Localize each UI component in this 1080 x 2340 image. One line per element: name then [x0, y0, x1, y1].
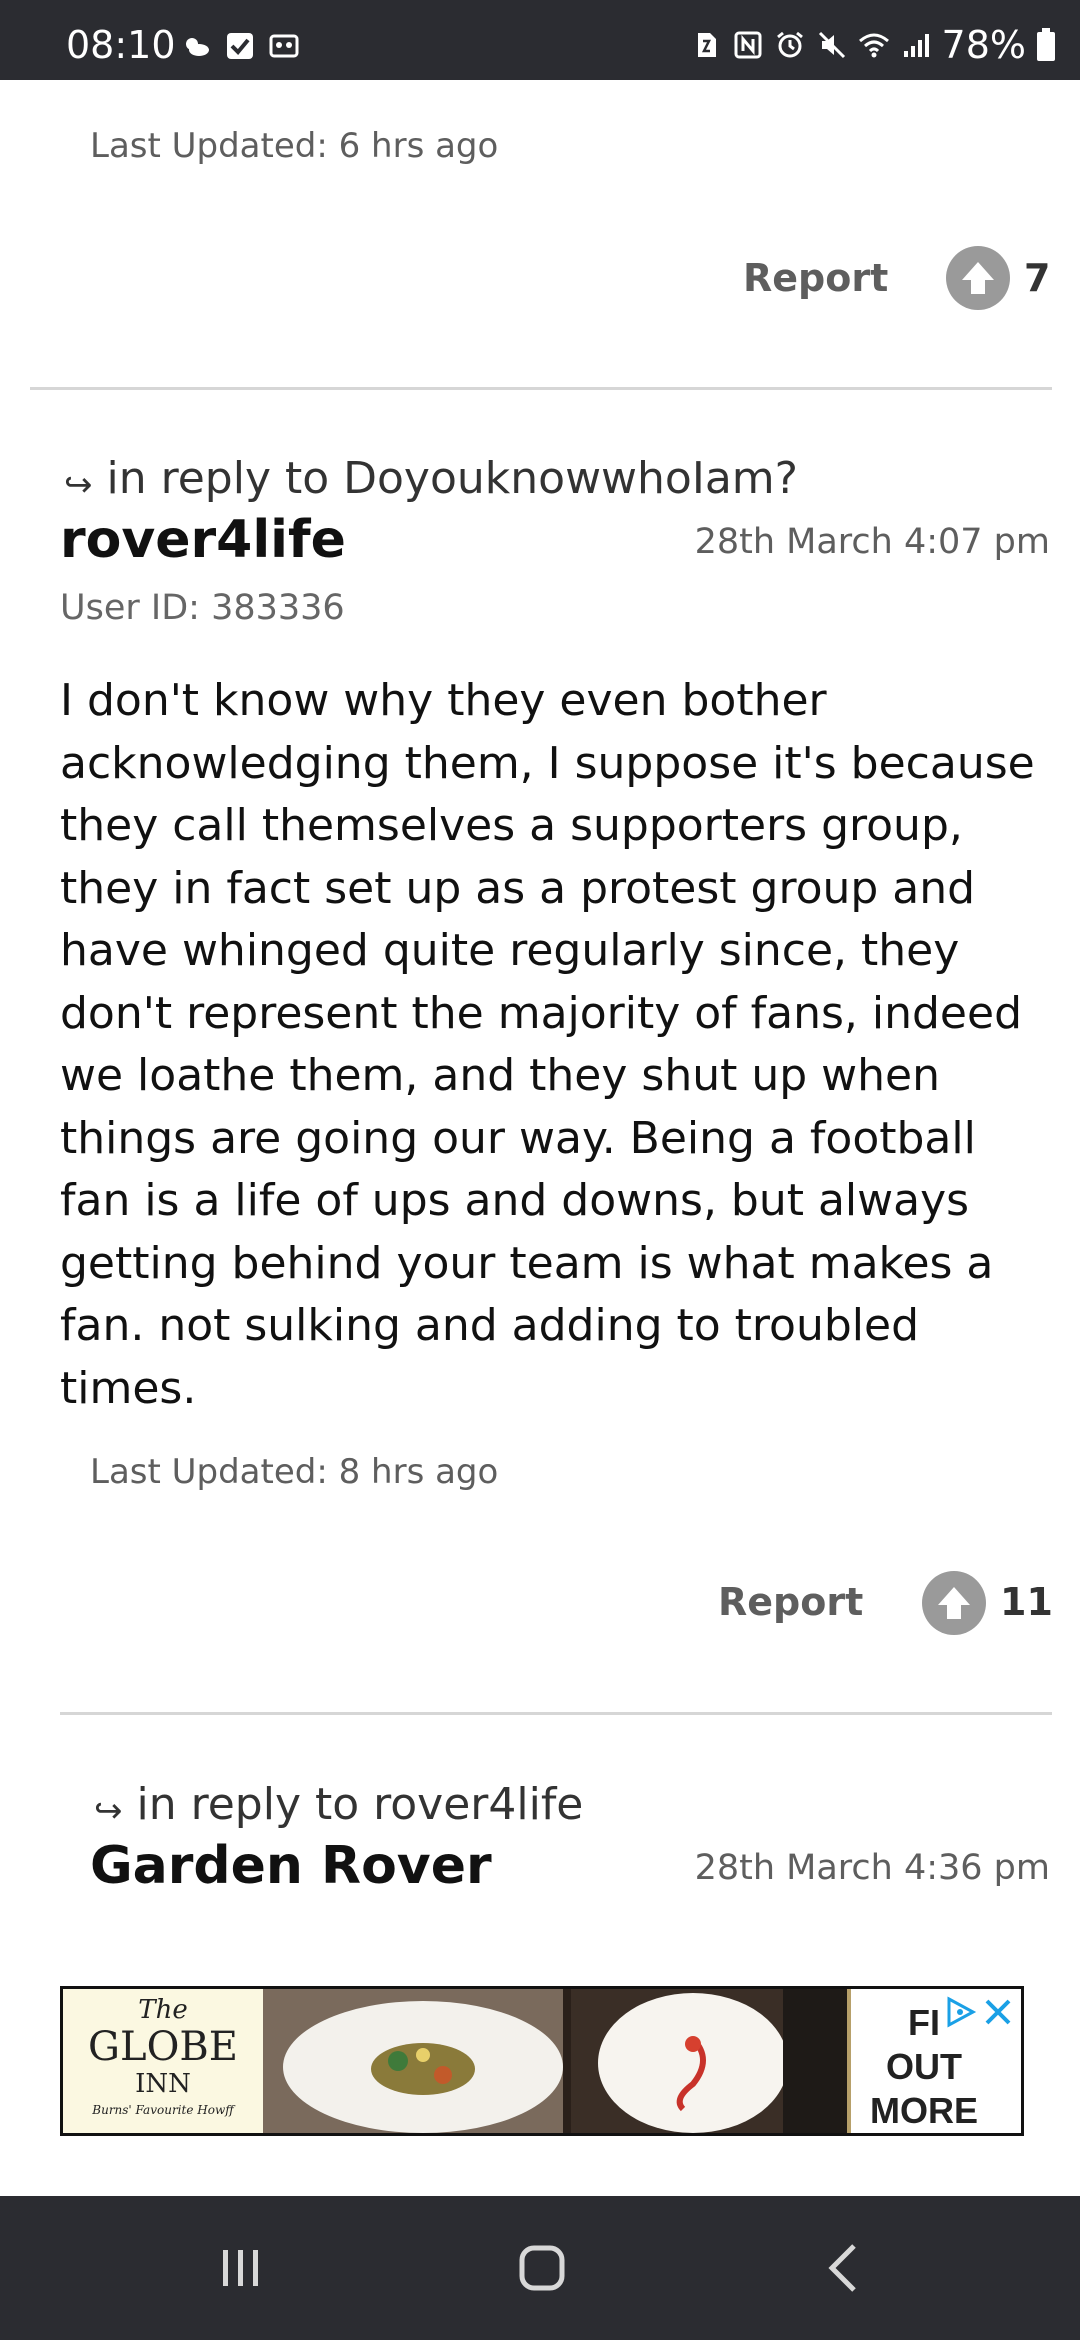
home-icon[interactable]: [510, 2236, 574, 2300]
signal-icon: [903, 34, 929, 57]
user-id: User ID: 383336: [60, 588, 345, 628]
author-name[interactable]: rover4life: [60, 510, 346, 570]
divider: [60, 1712, 1052, 1715]
comment-body: I don't know why they even bother acknow…: [60, 675, 1035, 1414]
status-time: 08:10: [66, 23, 176, 67]
nfc-icon: [734, 31, 762, 59]
wifi-icon: [858, 33, 889, 58]
cast-icon: [269, 34, 299, 58]
vote-count: 7: [1024, 256, 1051, 300]
upvote-button[interactable]: [922, 1571, 986, 1635]
food-photo-image: [263, 1989, 853, 2133]
ad-close-icon[interactable]: [981, 1995, 1015, 2029]
reply-arrow-icon: ↪: [64, 464, 93, 505]
report-button[interactable]: Report: [718, 1580, 863, 1624]
reply-to-text: in reply to DoyouknowwhoIam?: [106, 453, 799, 504]
comment-timestamp: 28th March 4:07 pm: [694, 522, 1050, 562]
comments-feed[interactable]: Last Updated: 6 hrs ago Report 7 ↪ in re…: [0, 80, 1080, 1925]
checkbox-icon: [227, 33, 253, 59]
logo-the: The: [138, 1995, 188, 2025]
vote-count: 11: [1000, 1580, 1053, 1624]
battery-percentage: 78%: [941, 23, 1026, 67]
arrow-up-icon: [938, 1587, 970, 1619]
last-updated: Last Updated: 6 hrs ago: [90, 126, 499, 166]
reply-arrow-icon: ↪: [94, 1790, 123, 1831]
divider: [30, 387, 1052, 390]
arrow-up-icon: [962, 262, 994, 294]
weather-icon: [186, 38, 209, 56]
alarm-icon: [776, 31, 803, 58]
recent-apps-icon[interactable]: [209, 2236, 273, 2300]
cta-line-2: OUT: [886, 2046, 962, 2087]
back-icon[interactable]: [814, 2236, 878, 2300]
author-name[interactable]: Garden Rover: [90, 1836, 492, 1896]
mute-icon: [818, 31, 845, 59]
reply-indicator: ↪ in reply to rover4life: [94, 1779, 584, 1831]
logo-inn: INN: [135, 2069, 191, 2099]
sim-icon: [697, 33, 716, 57]
reply-indicator: ↪ in reply to DoyouknowwhoIam?: [64, 453, 799, 505]
report-button[interactable]: Report: [743, 256, 888, 300]
comment-timestamp: 28th March 4:36 pm: [694, 1848, 1050, 1888]
last-updated: Last Updated: 8 hrs ago: [90, 1452, 499, 1492]
find-out-more-button[interactable]: FI OUT MORE: [847, 1989, 1021, 2133]
logo-tagline: Burns' Favourite Howff: [92, 2103, 234, 2117]
battery-icon: [1037, 28, 1055, 61]
cta-line-3: MORE: [870, 2090, 978, 2131]
status-bar: 08:10 78%: [0, 0, 1080, 80]
reply-to-text: in reply to rover4life: [136, 1779, 584, 1830]
globe-inn-logo: The GLOBE INN Burns' Favourite Howff: [63, 1989, 263, 2133]
ad-banner[interactable]: The GLOBE INN Burns' Favourite Howff FI …: [60, 1986, 1024, 2136]
logo-globe: GLOBE: [88, 2024, 238, 2070]
navigation-bar: [0, 2196, 1080, 2340]
adchoices-icon[interactable]: [943, 1995, 977, 2029]
upvote-button[interactable]: [946, 246, 1010, 310]
